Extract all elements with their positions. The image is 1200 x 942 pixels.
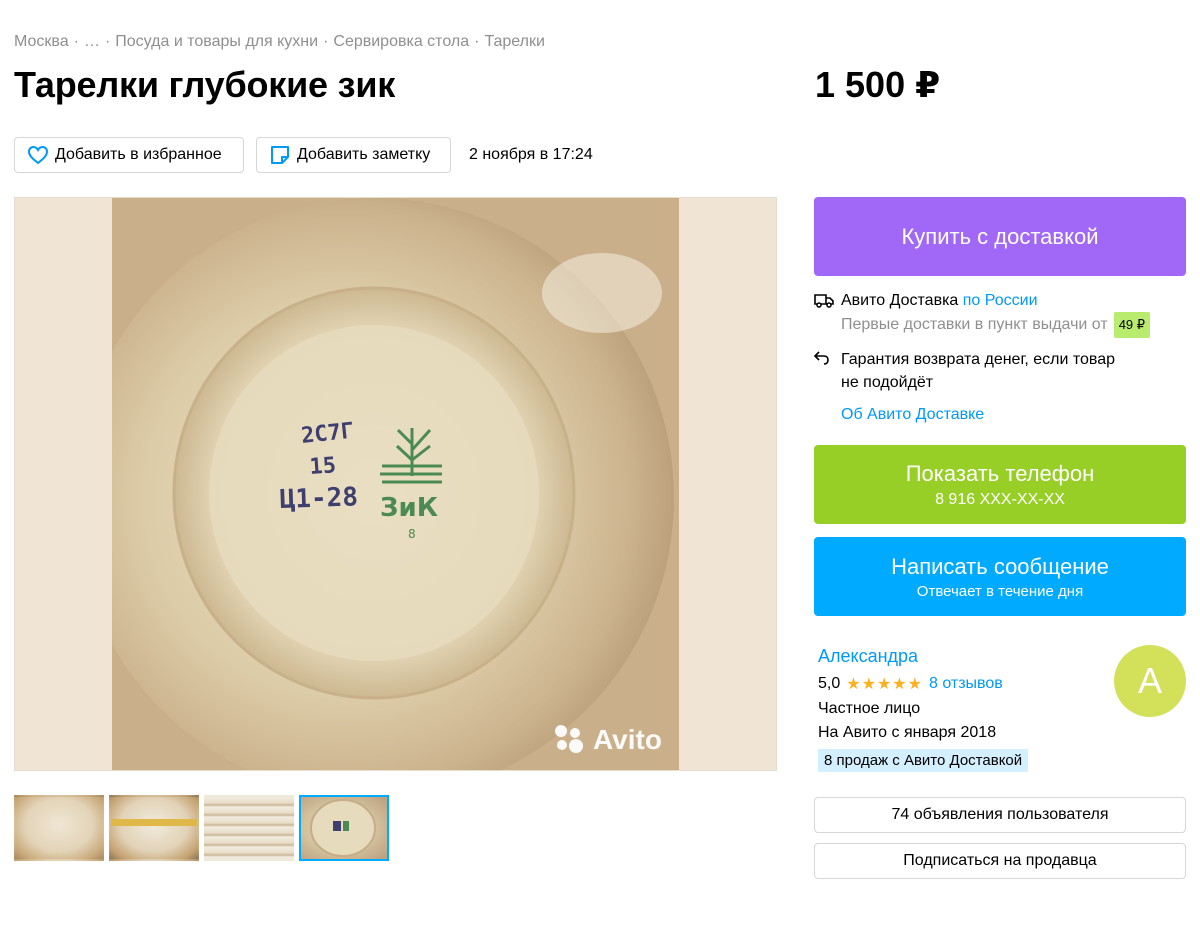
breadcrumb: Москва ·… · Посуда и товары для кухни · Серви… — [14, 33, 545, 51]
heart-icon — [27, 145, 49, 165]
thumbnail-strip — [14, 795, 389, 861]
write-message-label: Написать сообщение — [891, 553, 1109, 579]
seller-since: На Авито с января 2018 — [818, 724, 997, 741]
subscribe-seller-button[interactable]: Подписаться на продавца — [814, 843, 1186, 879]
guarantee-line-1: Гарантия возврата денег, если товар — [841, 351, 1116, 368]
plate-brand-text: ЗиК — [380, 493, 438, 523]
delivery-name: Авито Доставка — [841, 292, 959, 309]
breadcrumb-item-subcategory[interactable]: Сервировка стола — [333, 33, 469, 50]
thumbnail-4[interactable] — [299, 795, 389, 861]
show-phone-button[interactable]: Показать телефон 8 916 XXX-XX-XX — [814, 445, 1186, 524]
breadcrumb-separator: · — [474, 33, 480, 50]
breadcrumb-item-current[interactable]: Тарелки — [484, 33, 545, 50]
avatar[interactable]: А — [1114, 645, 1186, 717]
plate-stamp-line-2: 15 — [309, 453, 337, 480]
breadcrumb-item-ellipsis[interactable]: … — [84, 33, 100, 50]
delivery-region-link[interactable]: по России — [963, 292, 1038, 309]
add-note-label: Добавить заметку — [297, 146, 431, 163]
note-icon — [271, 146, 289, 164]
thumbnail-1[interactable] — [14, 795, 104, 861]
first-delivery-price-badge: 49 ₽ — [1113, 312, 1151, 338]
first-delivery-text: Первые доставки в пункт выдачи от — [841, 316, 1108, 333]
phone-number: 8 916 XXX-XX-XX — [935, 490, 1065, 508]
avito-logo-icon — [555, 725, 585, 755]
response-time: Отвечает в течение дня — [916, 582, 1084, 600]
ruler-image — [111, 819, 197, 826]
breadcrumb-separator: · — [73, 33, 79, 50]
avito-watermark-text: Avito — [593, 724, 662, 755]
thumbnail-2[interactable] — [109, 795, 199, 861]
write-message-button[interactable]: Написать сообщение Отвечает в течение дн… — [814, 537, 1186, 616]
reviews-link[interactable]: 8 отзывов — [929, 675, 1003, 693]
guarantee-line-2: не подойдёт — [841, 374, 934, 391]
gallery-right-padding — [679, 198, 776, 770]
show-phone-label: Показать телефон — [905, 460, 1095, 486]
truck-icon — [814, 290, 836, 310]
star-rating-icon: ★★★★★ — [846, 676, 923, 693]
add-to-favorites-button[interactable]: Добавить в избранное — [14, 137, 244, 173]
add-note-button[interactable]: Добавить заметку — [256, 137, 451, 173]
return-arrow-icon — [814, 348, 836, 394]
plate-image: 2С7Г 15 Ц1-28 ЗиК 8 — [74, 198, 681, 770]
add-to-favorites-label: Добавить в избранное — [55, 146, 222, 163]
listing-price: 1 500 ₽ — [815, 64, 941, 105]
money-back-guarantee: Гарантия возврата денег, если товар не п… — [814, 348, 1194, 394]
delivery-info: Авито Доставка по России Первые доставки… — [814, 290, 1194, 338]
listing-date: 2 ноября в 17:24 — [469, 146, 593, 163]
gallery-left-padding — [15, 198, 112, 770]
plate-stamp-line-3: Ц1-28 — [279, 482, 358, 515]
breadcrumb-separator: · — [323, 33, 329, 50]
sales-badge: 8 продаж с Авито Доставкой — [818, 749, 1029, 772]
user-ads-button[interactable]: 74 объявления пользователя — [814, 797, 1186, 833]
breadcrumb-item-category[interactable]: Посуда и товары для кухни — [115, 33, 318, 50]
about-avito-delivery-link[interactable]: Об Авито Доставке — [841, 406, 984, 424]
rating-value: 5,0 — [818, 675, 841, 692]
photo-gallery[interactable]: 2С7Г 15 Ц1-28 ЗиК 8 — [14, 197, 777, 771]
thumbnail-3[interactable] — [204, 795, 294, 861]
breadcrumb-item-city[interactable]: Москва — [14, 33, 69, 50]
breadcrumb-separator: · — [104, 33, 111, 50]
avito-watermark: Avito — [555, 724, 662, 756]
plate-thumb-image — [310, 799, 376, 857]
plate-stamp-small: 8 — [408, 527, 416, 541]
main-photo[interactable]: 2С7Г 15 Ц1-28 ЗиК 8 — [74, 198, 681, 770]
page-title: Тарелки глубокие зик — [14, 64, 396, 105]
buy-with-delivery-button[interactable]: Купить с доставкой — [814, 197, 1186, 276]
